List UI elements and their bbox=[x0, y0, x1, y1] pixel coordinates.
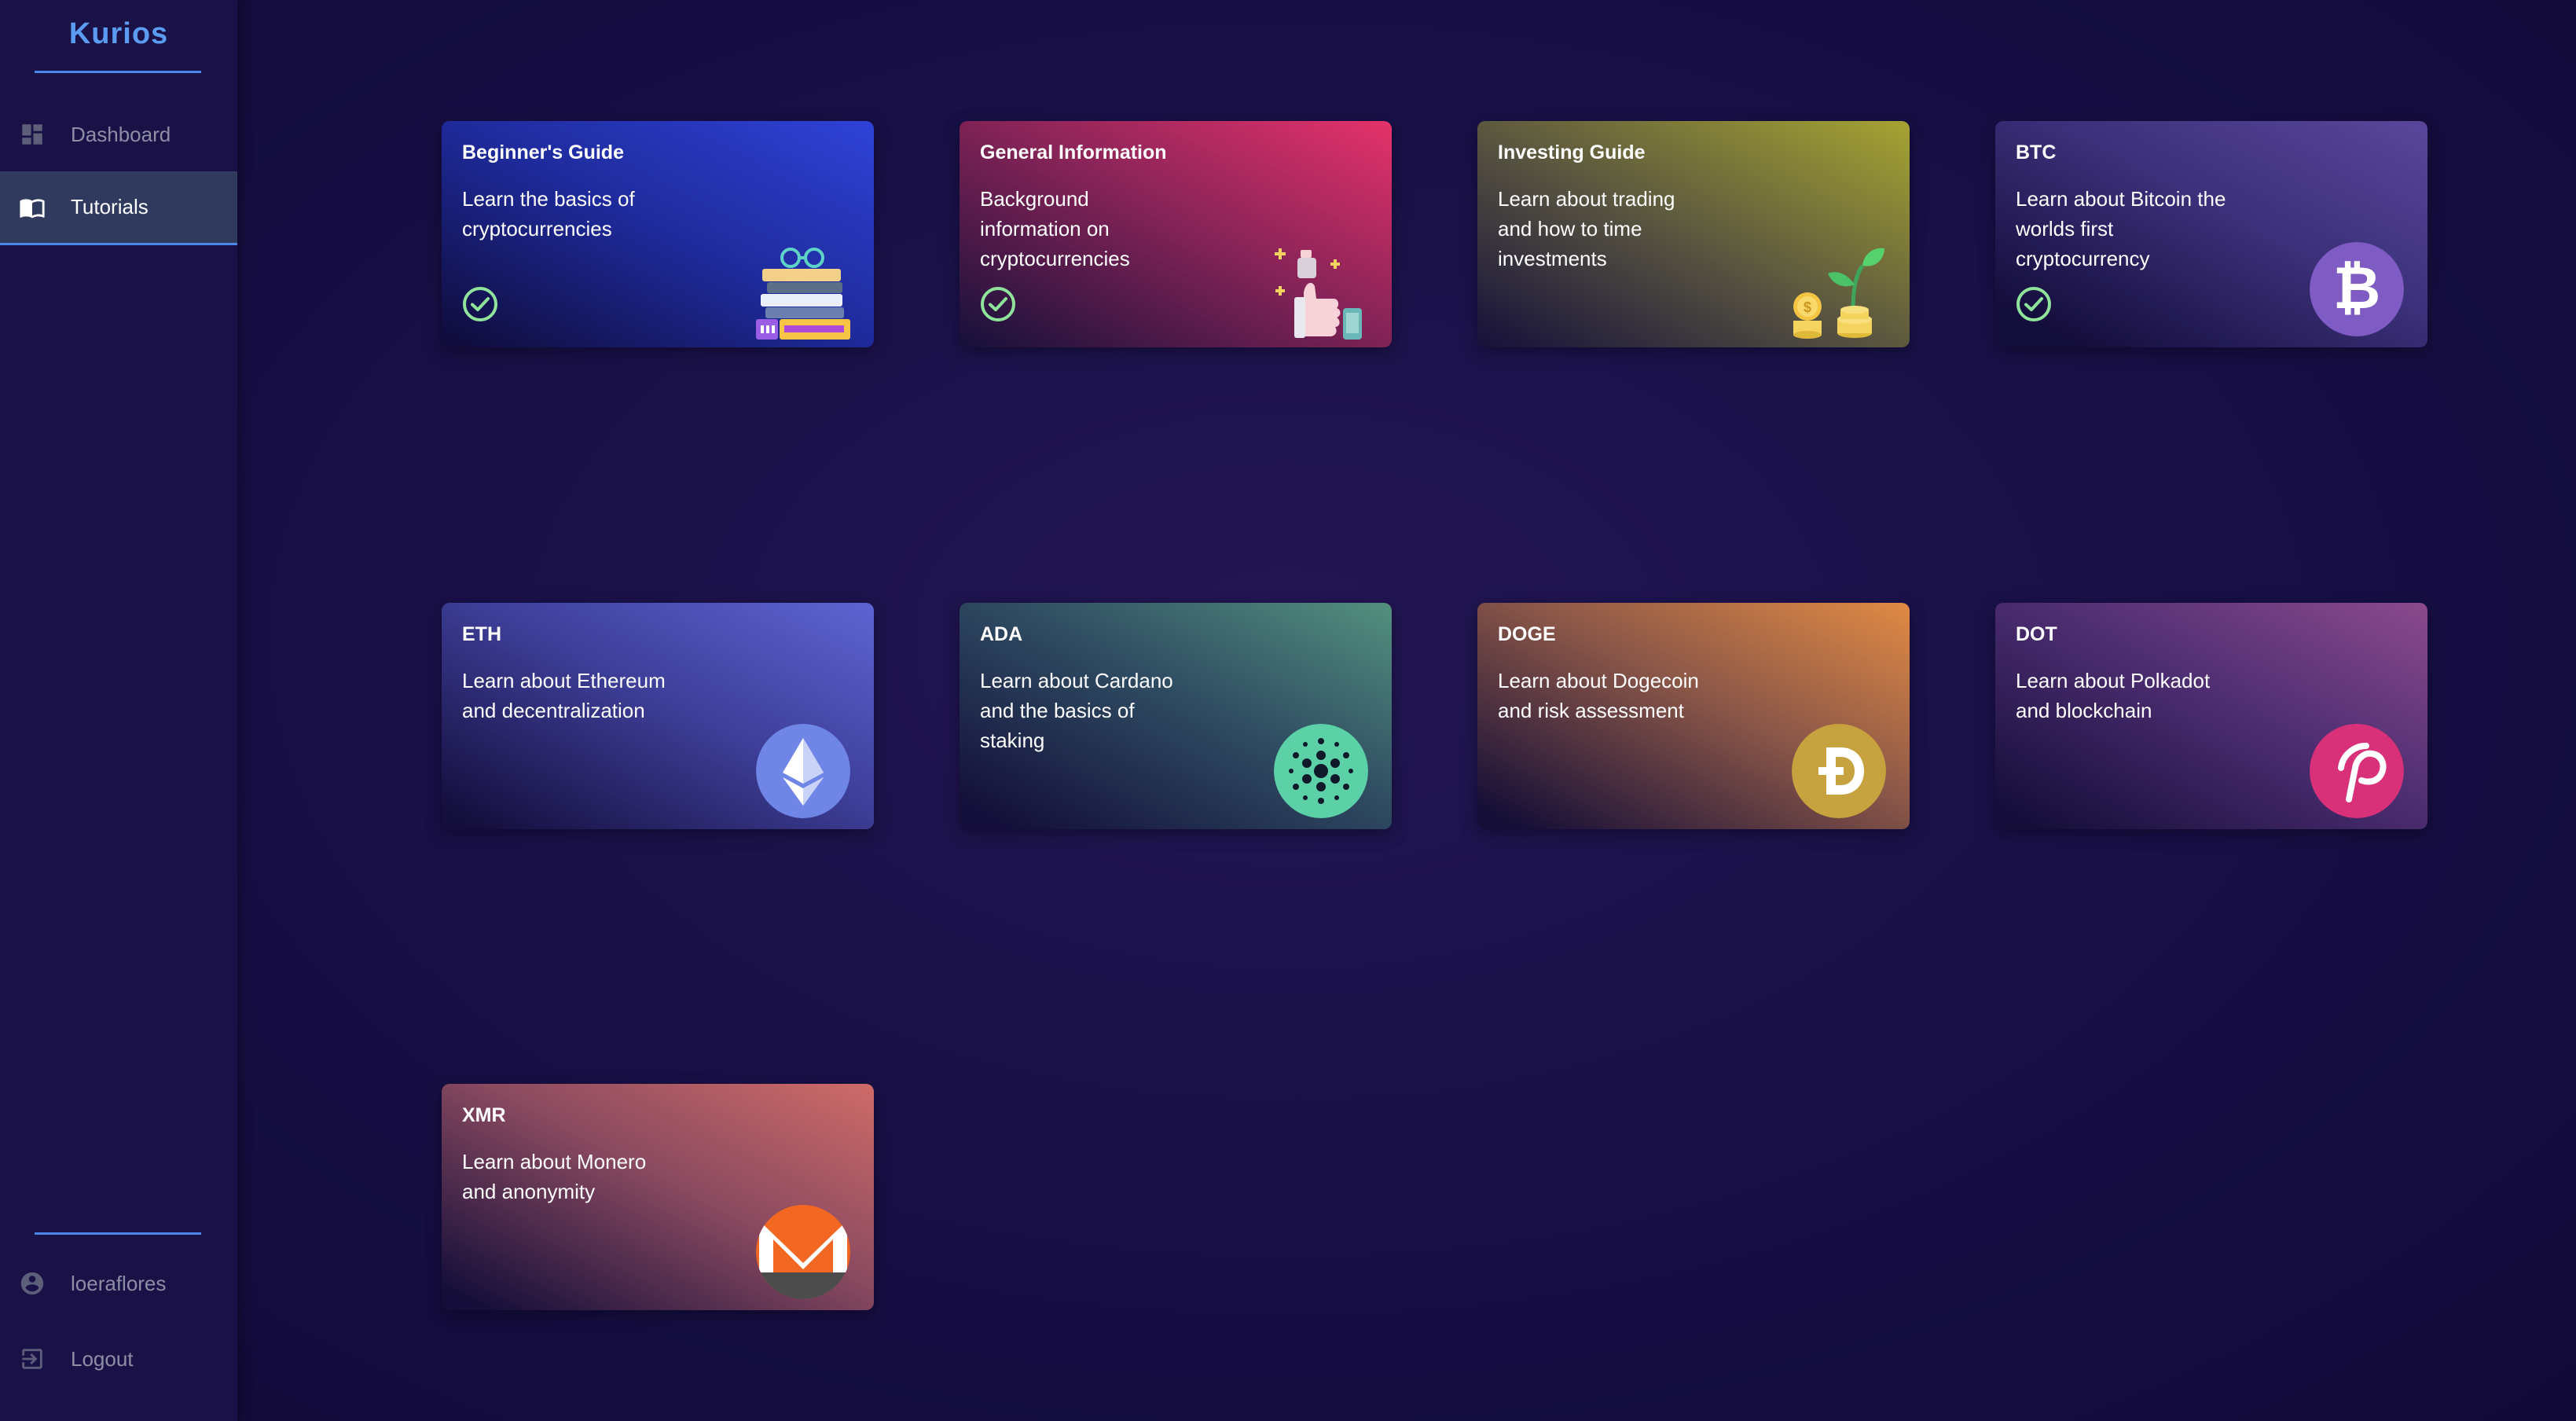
coin-plant-icon: $ bbox=[1793, 248, 1884, 339]
tutorial-card-eth[interactable]: ETH Learn about Ethereum and decentraliz… bbox=[442, 603, 874, 829]
card-description: Learn about Polkadot and blockchain bbox=[2016, 669, 2211, 722]
tutorial-card-dot[interactable]: DOT Learn about Polkadot and blockchain bbox=[1995, 603, 2427, 829]
card-title: BTC bbox=[2016, 141, 2057, 163]
svg-text:$: $ bbox=[1804, 299, 1811, 315]
account-circle-icon bbox=[20, 1272, 44, 1295]
card-description: Learn about Cardano and the basics of st… bbox=[980, 669, 1173, 752]
card-description: Learn about trading and how to time inve… bbox=[1498, 187, 1675, 270]
card-description: Background information on cryptocurrenci… bbox=[980, 187, 1130, 270]
books-icon bbox=[756, 248, 850, 340]
completed-check-icon bbox=[981, 287, 1015, 321]
monero-icon bbox=[756, 1205, 850, 1299]
card-description: Learn about Monero and anonymity bbox=[462, 1150, 647, 1203]
sidebar-item-logout[interactable]: Logout bbox=[0, 1322, 237, 1396]
card-title: ADA bbox=[980, 623, 1023, 645]
sidebar-bottom-divider bbox=[35, 1232, 201, 1235]
card-description: Learn the basics of cryptocurrencies bbox=[462, 187, 635, 241]
sidebar-item-label: Tutorials bbox=[71, 195, 149, 218]
card-description: Learn about Dogecoin and risk assessment bbox=[1498, 669, 1699, 722]
tutorial-card-doge[interactable]: DOGE Learn about Dogecoin and risk asses… bbox=[1477, 603, 1910, 829]
card-title: DOT bbox=[2016, 623, 2057, 645]
sidebar-item-tutorials[interactable]: Tutorials bbox=[0, 171, 237, 245]
card-description: Learn about Bitcoin the worlds first cry… bbox=[2016, 187, 2226, 270]
svg-text:₿: ₿ bbox=[2333, 255, 2380, 321]
polkadot-icon bbox=[2310, 724, 2404, 818]
completed-check-icon bbox=[463, 287, 497, 321]
thumbs-up-icon bbox=[1275, 248, 1362, 340]
card-title: General Information bbox=[980, 141, 1167, 163]
bitcoin-icon: ₿ bbox=[2310, 242, 2404, 336]
cardano-icon bbox=[1274, 724, 1368, 818]
card-description: Learn about Ethereum and decentralizatio… bbox=[462, 669, 666, 722]
sidebar-item-label: Dashboard bbox=[71, 122, 171, 146]
sidebar-item-user[interactable]: loeraflores bbox=[0, 1247, 237, 1320]
logout-icon bbox=[22, 1349, 42, 1369]
sidebar: Kurios Dashboard Tutorials loeraflores L… bbox=[0, 0, 237, 1421]
card-title: DOGE bbox=[1498, 623, 1556, 645]
brand-logo[interactable]: Kurios bbox=[0, 17, 237, 51]
completed-check-icon bbox=[2016, 287, 2051, 321]
brand-divider bbox=[35, 71, 201, 73]
app-root: Kurios Dashboard Tutorials loeraflores L… bbox=[0, 0, 2576, 1421]
sidebar-item-dashboard[interactable]: Dashboard bbox=[0, 97, 237, 171]
card-title: XMR bbox=[462, 1104, 506, 1126]
logout-label: Logout bbox=[71, 1346, 134, 1371]
book-icon bbox=[20, 198, 45, 218]
tutorial-card-general-information[interactable]: General Information Background informati… bbox=[960, 121, 1392, 347]
card-title: Investing Guide bbox=[1498, 141, 1646, 163]
dashboard-icon bbox=[22, 124, 42, 145]
ethereum-icon bbox=[756, 724, 850, 818]
tutorial-card-btc[interactable]: BTC Learn about Bitcoin the worlds first… bbox=[1995, 121, 2427, 347]
dogecoin-icon bbox=[1792, 724, 1886, 818]
tutorial-card-investing-guide[interactable]: Investing Guide Learn about trading and … bbox=[1477, 121, 1910, 347]
card-title: ETH bbox=[462, 623, 501, 645]
tutorial-card-ada[interactable]: ADA Learn about Cardano and the basics o… bbox=[960, 603, 1392, 829]
username-label: loeraflores bbox=[71, 1271, 167, 1295]
card-title: Beginner's Guide bbox=[462, 141, 624, 163]
tutorial-card-beginners-guide[interactable]: Beginner's Guide Learn the basics of cry… bbox=[442, 121, 874, 347]
tutorial-card-xmr[interactable]: XMR Learn about Monero and anonymity bbox=[442, 1084, 874, 1310]
